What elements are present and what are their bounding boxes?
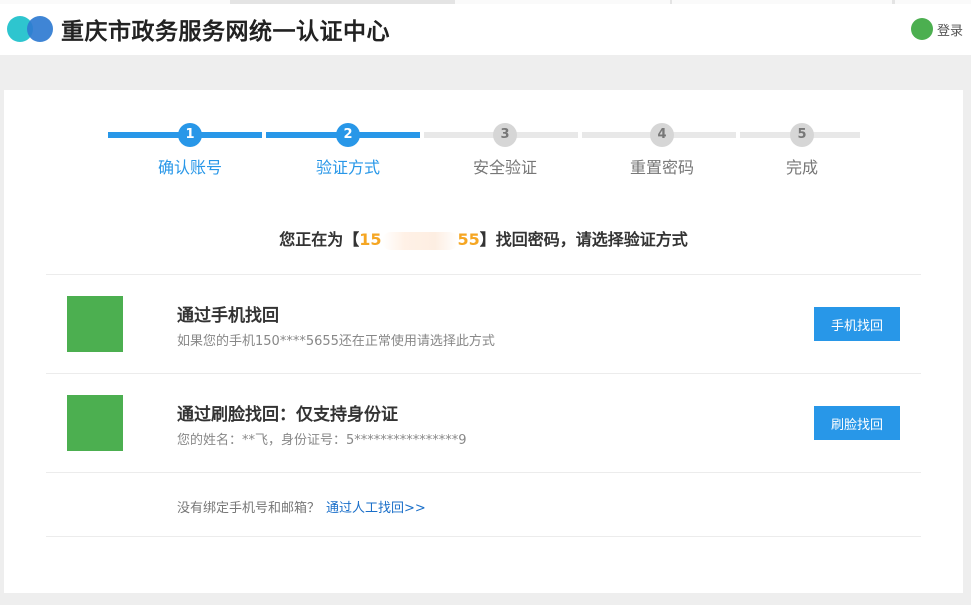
prompt-prefix: 您正在为【 [279,230,360,249]
step-label: 安全验证 [472,158,538,177]
step-label: 重置密码 [629,158,695,177]
step-number: 1 [178,123,202,147]
phone-mask [381,231,458,250]
manual-recovery-link[interactable]: 通过人工找回>> [326,501,426,516]
phone-recovery-desc: 如果您的手机150****5655还在正常使用请选择此方式 [177,334,495,349]
divider [46,274,921,275]
step-number: 5 [790,123,814,147]
step-label: 验证方式 [315,158,381,177]
divider [46,536,921,537]
site-logo-icon[interactable] [7,16,53,42]
site-header: 重庆市政务服务网统一认证中心 登录 [0,4,971,55]
divider [46,373,921,374]
step-number: 3 [493,123,517,147]
divider [46,472,921,473]
step-number: 4 [650,123,674,147]
face-recovery-desc: 您的姓名：**飞，身份证号：5****************9 [177,433,467,448]
phone-recovery-title: 通过手机找回 [177,306,279,326]
login-button[interactable]: 登录 [910,18,963,40]
manual-recovery-row: 没有绑定手机号和邮箱？ 通过人工找回>> [177,497,426,516]
prompt-suffix: 】找回密码，请选择验证方式 [479,230,688,249]
face-recovery-button[interactable]: 刷脸找回 [814,406,900,440]
step-label: 确认账号 [157,158,223,177]
phone-end: 55 [457,230,480,249]
login-label: 登录 [936,23,963,39]
site-title: 重庆市政务服务网统一认证中心 [61,19,390,45]
phone-recovery-button[interactable]: 手机找回 [814,307,900,341]
recovery-prompt: 您正在为【15 55】找回密码，请选择验证方式 [4,226,963,250]
phone-recovery-icon [67,296,123,352]
step-label: 完成 [785,158,819,177]
manual-recovery-text: 没有绑定手机号和邮箱？ [177,501,321,516]
progress-steps: 1 确认账号 2 验证方式 3 安全验证 4 重置密码 5 完成 [108,123,864,177]
face-recovery-icon [67,395,123,451]
user-avatar-icon [910,18,933,40]
face-recovery-title: 通过刷脸找回：仅支持身份证 [177,405,398,425]
step-number: 2 [336,123,360,147]
phone-start: 15 [359,230,382,249]
recovery-card: 1 确认账号 2 验证方式 3 安全验证 4 重置密码 5 完成 您正在为【15… [4,90,963,593]
logo-circle-blue [27,16,53,42]
